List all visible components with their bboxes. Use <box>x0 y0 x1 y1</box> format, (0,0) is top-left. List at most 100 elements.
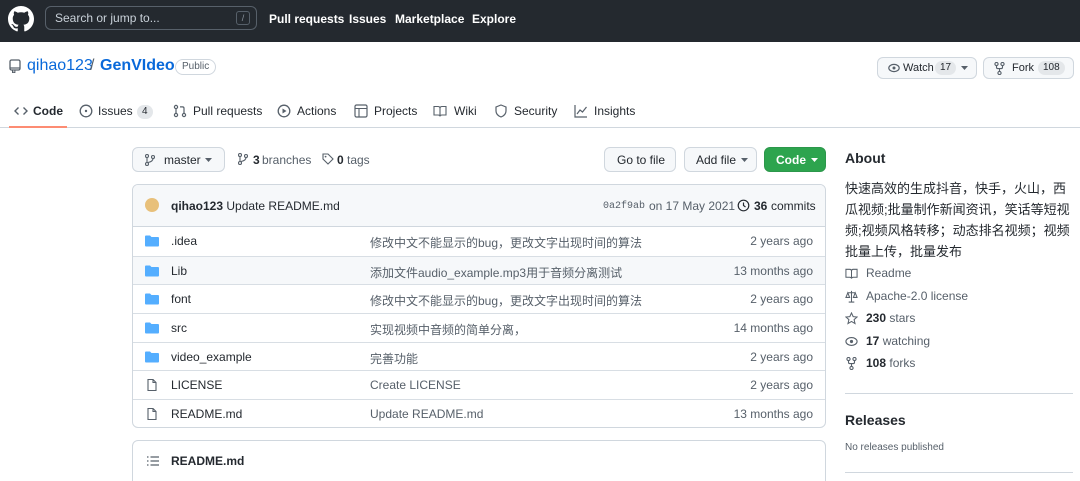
file-name[interactable]: LICENSE <box>171 378 222 392</box>
file-commit-message[interactable]: 修改中文不能显示的bug，更改文字出现时间的算法 <box>370 292 642 309</box>
watching-text: 17 watching <box>866 334 930 348</box>
repo-name-link[interactable]: GenVIdeo <box>100 57 175 75</box>
add-file-button[interactable]: Add file <box>684 147 757 172</box>
file-commit-message[interactable]: 完善功能 <box>370 350 418 367</box>
list-item[interactable]: src 实现视频中音频的简单分离， 14 months ago <box>133 313 825 342</box>
issue-opened-icon <box>79 104 93 118</box>
releases-note: No releases published <box>845 442 944 453</box>
stars-text: 230 stars <box>866 311 915 325</box>
tab-issues[interactable]: Issues <box>98 104 133 118</box>
stars-count: 230 <box>866 311 887 325</box>
sidebar-divider <box>845 472 1073 473</box>
license-label: Apache-2.0 license <box>866 289 969 303</box>
readme-panel: README.md <box>132 440 826 481</box>
code-download-button[interactable]: Code <box>764 147 826 172</box>
watch-count: 17 <box>935 61 957 75</box>
global-header: Search or jump to... / Pull requests Iss… <box>0 0 1080 42</box>
tab-insights[interactable]: Insights <box>594 104 635 118</box>
tab-wiki[interactable]: Wiki <box>454 104 477 118</box>
nav-pull-requests[interactable]: Pull requests <box>269 12 344 26</box>
fork-icon <box>994 62 1005 75</box>
nav-explore[interactable]: Explore <box>472 12 516 26</box>
watch-label: Watch <box>903 62 934 74</box>
file-commit-message[interactable]: 添加文件audio_example.mp3用于音频分离测试 <box>370 264 622 281</box>
nav-marketplace[interactable]: Marketplace <box>395 12 464 26</box>
play-icon <box>277 104 291 118</box>
fork-count: 108 <box>1038 61 1065 75</box>
fork-button[interactable]: Fork 108 <box>983 57 1074 79</box>
repo-owner-link[interactable]: qihao123 <box>27 57 93 75</box>
folder-icon <box>145 293 159 305</box>
commit-sha[interactable]: 0a2f9ab <box>603 201 645 212</box>
search-shortcut-hint: / <box>236 11 250 25</box>
file-age: 2 years ago <box>750 378 813 393</box>
law-icon <box>845 290 858 303</box>
file-name[interactable]: README.md <box>171 407 242 421</box>
graph-icon <box>574 105 587 118</box>
latest-commit-bar: qihao123 Update README.md 0a2f9ab on 17 … <box>133 185 825 227</box>
commits-label: commits <box>771 199 816 213</box>
watch-button[interactable]: Watch 17 <box>877 57 977 79</box>
list-item[interactable]: LICENSE Create LICENSE 2 years ago <box>133 370 825 399</box>
issues-count: 4 <box>137 105 153 119</box>
visibility-badge: Public <box>175 59 217 75</box>
file-commit-message[interactable]: Create LICENSE <box>370 378 461 392</box>
tab-actions[interactable]: Actions <box>297 104 336 118</box>
pull-request-icon <box>173 104 187 118</box>
readme-title: README.md <box>171 454 245 468</box>
tags-label: tags <box>347 153 370 167</box>
about-description: 快速高效的生成抖音，快手，火山，西瓜视频;批量制作新闻资讯，笑话等短视频;视频风… <box>845 181 1070 259</box>
branches-count: 3 <box>253 153 260 167</box>
file-age: 13 months ago <box>733 263 813 278</box>
list-item[interactable]: font 修改中文不能显示的bug，更改文字出现时间的算法 2 years ag… <box>133 284 825 313</box>
about-heading: About <box>845 150 886 166</box>
github-logo-icon[interactable] <box>8 6 34 32</box>
forks-text: 108 forks <box>866 356 915 370</box>
fork-label: Fork <box>1012 62 1034 74</box>
branch-select-button[interactable]: master <box>132 147 225 172</box>
tab-code[interactable]: Code <box>33 104 63 118</box>
commit-message[interactable]: Update README.md <box>226 199 339 213</box>
releases-heading[interactable]: Releases <box>845 412 906 428</box>
go-to-file-button[interactable]: Go to file <box>604 147 676 172</box>
list-unordered-icon[interactable] <box>147 456 159 466</box>
file-name[interactable]: Lib <box>171 264 187 278</box>
file-list: .idea 修改中文不能显示的bug，更改文字出现时间的算法 2 years a… <box>133 227 825 427</box>
folder-icon <box>145 235 159 247</box>
avatar[interactable] <box>145 198 159 212</box>
list-item[interactable]: video_example 完善功能 2 years ago <box>133 341 825 371</box>
commit-date: on 17 May 2021 <box>649 199 736 213</box>
tag-icon <box>322 153 334 165</box>
file-commit-message[interactable]: 实现视频中音频的简单分离， <box>370 321 526 338</box>
list-item[interactable]: .idea 修改中文不能显示的bug，更改文字出现时间的算法 2 years a… <box>133 227 825 256</box>
file-commit-message[interactable]: Update README.md <box>370 407 483 421</box>
star-icon <box>845 312 858 325</box>
watching-count: 17 <box>866 334 880 348</box>
tab-pull-requests[interactable]: Pull requests <box>193 104 262 118</box>
repo-path-separator: / <box>90 57 95 74</box>
file-name[interactable]: .idea <box>171 234 197 248</box>
chevron-down-icon <box>811 158 818 162</box>
forks-label: forks <box>889 356 916 370</box>
chevron-down-icon <box>961 66 968 70</box>
file-commit-message[interactable]: 修改中文不能显示的bug，更改文字出现时间的算法 <box>370 234 642 251</box>
shield-icon <box>495 104 507 118</box>
nav-issues[interactable]: Issues <box>349 12 386 26</box>
file-age: 2 years ago <box>750 292 813 307</box>
tab-security[interactable]: Security <box>514 104 557 118</box>
tab-projects[interactable]: Projects <box>374 104 417 118</box>
folder-icon <box>145 351 159 363</box>
list-item[interactable]: Lib 添加文件audio_example.mp3用于音频分离测试 13 mon… <box>133 255 825 285</box>
file-name[interactable]: video_example <box>171 350 252 364</box>
search-input[interactable]: Search or jump to... / <box>45 6 257 30</box>
go-to-file-label: Go to file <box>617 153 666 167</box>
file-name[interactable]: font <box>171 292 191 306</box>
commit-author[interactable]: qihao123 <box>171 199 223 213</box>
branches-label: branches <box>262 153 312 167</box>
list-item[interactable]: README.md Update README.md 13 months ago <box>133 399 825 427</box>
git-branch-icon <box>145 154 155 166</box>
repo-header: qihao123 / GenVIdeo Public Watch 17 Fork… <box>0 42 1080 128</box>
file-name[interactable]: src <box>171 321 187 335</box>
branch-name: master <box>164 153 201 167</box>
chevron-down-icon <box>205 158 212 162</box>
